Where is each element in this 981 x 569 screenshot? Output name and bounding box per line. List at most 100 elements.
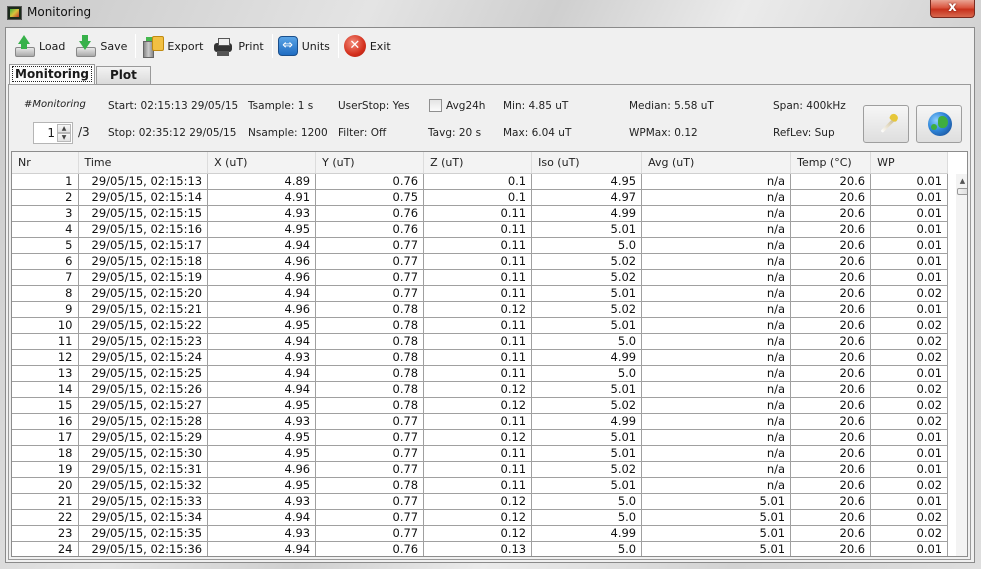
cell-temp: 20.6 [790,237,872,254]
cell-z: 0.12 [423,429,533,446]
spin-up-button[interactable]: ▲ [57,124,71,133]
cell-iso: 4.99 [531,205,643,222]
table-row[interactable]: 13 29/05/15, 02:15:25 4.94 0.78 0.11 5.0 n/a 20… [12,365,949,382]
tab-plot[interactable]: Plot [96,66,151,84]
wpmax-value: WPMax: 0.12 [629,127,698,139]
globe-button[interactable] [916,105,962,143]
table-row[interactable]: 17 29/05/15, 02:15:29 4.95 0.77 0.12 5.01 n/a 2… [12,429,949,446]
cell-time: 29/05/15, 02:15:20 [78,285,209,302]
cell-iso: 5.01 [531,477,643,494]
column-header-z[interactable]: Z (uT) [423,152,533,174]
cell-y: 0.77 [315,493,425,510]
cell-x: 4.95 [207,477,317,494]
table-row[interactable]: 21 29/05/15, 02:15:33 4.93 0.77 0.12 5.0 5.01 2… [12,493,949,510]
cell-z: 0.11 [423,237,533,254]
export-icon [141,35,165,58]
column-header-wp[interactable]: WP [870,152,949,174]
table-row[interactable]: 4 29/05/15, 02:15:16 4.95 0.76 0.11 5.01 n/a 20… [12,221,949,238]
load-button[interactable]: Load [10,32,71,60]
cell-wp: 0.02 [870,525,949,542]
cell-x: 4.96 [207,269,317,286]
probe-icon [877,114,899,136]
cell-temp: 20.6 [790,541,872,556]
table-row[interactable]: 6 29/05/15, 02:15:18 4.96 0.77 0.11 5.02 n/a 20… [12,253,949,270]
cell-wp: 0.01 [870,365,949,382]
title-bar: Monitoring x [0,0,981,27]
cell-temp: 20.6 [790,493,872,510]
table-row[interactable]: 3 29/05/15, 02:15:15 4.93 0.76 0.11 4.99 n/a 20… [12,205,949,222]
table-row[interactable]: 16 29/05/15, 02:15:28 4.93 0.77 0.11 4.99 n/a 2… [12,413,949,430]
exit-label: Exit [369,39,391,53]
table-row[interactable]: 15 29/05/15, 02:15:27 4.95 0.78 0.12 5.02 n/a 2… [12,397,949,414]
scroll-up-button[interactable]: ▲ [956,175,967,187]
column-header-avg[interactable]: Avg (uT) [641,152,792,174]
tsample: Tsample: 1 s [248,100,314,112]
cell-temp: 20.6 [790,269,872,286]
save-icon [74,35,97,57]
table-row[interactable]: 7 29/05/15, 02:15:19 4.96 0.77 0.11 5.02 n/a 20… [12,269,949,286]
table-row[interactable]: 1 29/05/15, 02:15:13 4.89 0.76 0.1 4.95 n/a 20.… [12,173,949,190]
column-header-x[interactable]: X (uT) [207,152,317,174]
table-row[interactable]: 14 29/05/15, 02:15:26 4.94 0.78 0.12 5.01 n/a 2… [12,381,949,398]
page-spinner[interactable]: 1 ▲ ▼ [33,122,73,144]
cell-iso: 5.0 [531,333,643,350]
close-button[interactable]: x [930,0,975,18]
cell-nr: 23 [12,525,79,542]
data-table: Nr Time X (uT) Y (uT) Z (uT) Iso (uT) Avg (uT)… [12,152,949,556]
exit-button[interactable]: Exit [341,32,397,60]
table-row[interactable]: 11 29/05/15, 02:15:23 4.94 0.78 0.11 5.0 n/a 20… [12,333,949,350]
save-button[interactable]: Save [71,32,133,60]
cell-z: 0.11 [423,365,533,382]
export-label: Export [167,39,204,53]
cell-wp: 0.02 [870,397,949,414]
scroll-thumb[interactable] [957,188,967,195]
cell-nr: 8 [12,285,79,302]
cell-time: 29/05/15, 02:15:18 [78,253,209,270]
table-row[interactable]: 24 29/05/15, 02:15:36 4.94 0.76 0.13 5.0 5.01 2… [12,541,949,556]
spin-down-button[interactable]: ▼ [57,133,71,142]
table-row[interactable]: 5 29/05/15, 02:15:17 4.94 0.77 0.11 5.0 n/a 20.… [12,237,949,254]
cell-y: 0.78 [315,333,425,350]
cell-z: 0.11 [423,333,533,350]
cell-wp: 0.01 [870,301,949,318]
column-header-temp[interactable]: Temp (°C) [790,152,872,174]
cell-avg: 5.01 [641,493,792,510]
info-panel: #Monitoring 1 ▲ ▼ /3 Start: 02:15:13 29/… [9,85,970,149]
cell-nr: 11 [12,333,79,350]
cell-iso: 5.01 [531,381,643,398]
cell-y: 0.76 [315,173,425,190]
print-button[interactable]: Print [209,32,269,60]
table-row[interactable]: 12 29/05/15, 02:15:24 4.93 0.78 0.11 4.99 n/a 2… [12,349,949,366]
table-row[interactable]: 20 29/05/15, 02:15:32 4.95 0.78 0.11 5.01 n/a 2… [12,477,949,494]
probe-button[interactable] [863,105,909,143]
vertical-scrollbar[interactable]: ▲ [956,174,967,556]
cell-avg: n/a [641,349,792,366]
cell-z: 0.11 [423,349,533,366]
column-header-iso[interactable]: Iso (uT) [531,152,643,174]
export-button[interactable]: Export [138,32,209,60]
cell-x: 4.94 [207,285,317,302]
tab-monitoring[interactable]: Monitoring [9,64,95,84]
table-row[interactable]: 10 29/05/15, 02:15:22 4.95 0.78 0.11 5.01 n/a 2… [12,317,949,334]
cell-y: 0.77 [315,509,425,526]
table-row[interactable]: 19 29/05/15, 02:15:31 4.96 0.77 0.11 5.02 n/a 2… [12,461,949,478]
cell-nr: 10 [12,317,79,334]
column-header-nr[interactable]: Nr [12,152,79,174]
table-row[interactable]: 22 29/05/15, 02:15:34 4.94 0.77 0.12 5.0 5.01 2… [12,509,949,526]
avg24h-checkbox[interactable] [429,99,442,112]
cell-z: 0.11 [423,269,533,286]
cell-y: 0.77 [315,269,425,286]
table-row[interactable]: 2 29/05/15, 02:15:14 4.91 0.75 0.1 4.97 n/a 20.… [12,189,949,206]
cell-x: 4.93 [207,493,317,510]
cell-nr: 13 [12,365,79,382]
column-header-y[interactable]: Y (uT) [315,152,425,174]
column-header-time[interactable]: Time [78,152,209,174]
table-row[interactable]: 9 29/05/15, 02:15:21 4.96 0.78 0.12 5.02 n/a 20… [12,301,949,318]
table-row[interactable]: 23 29/05/15, 02:15:35 4.93 0.77 0.12 4.99 5.01… [12,525,949,542]
units-button[interactable]: Units [275,32,336,60]
cell-wp: 0.02 [870,285,949,302]
table-row[interactable]: 8 29/05/15, 02:15:20 4.94 0.77 0.11 5.01 n/a 20… [12,285,949,302]
cell-temp: 20.6 [790,205,872,222]
cell-temp: 20.6 [790,397,872,414]
table-row[interactable]: 18 29/05/15, 02:15:30 4.95 0.77 0.11 5.01 n/a 2… [12,445,949,462]
